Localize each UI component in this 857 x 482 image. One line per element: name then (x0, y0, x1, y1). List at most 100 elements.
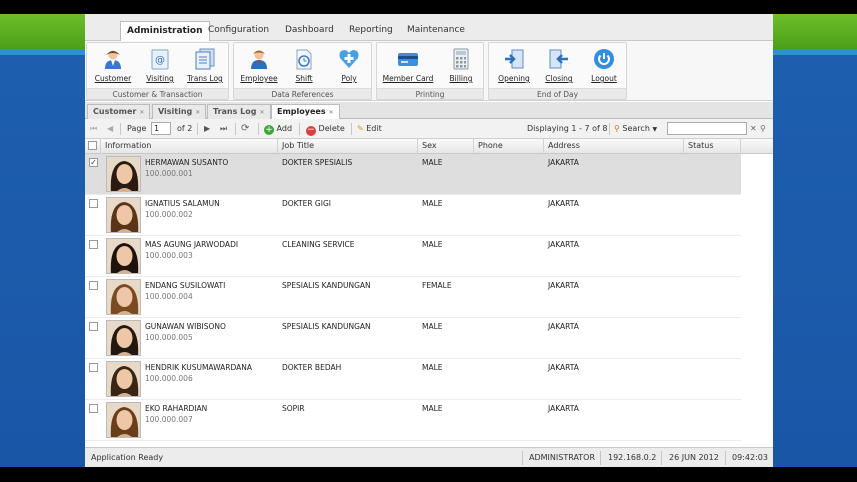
row-checkbox[interactable] (89, 281, 98, 290)
delete-button[interactable]: − Delete (306, 122, 345, 136)
close-icon[interactable]: ✕ (139, 109, 144, 116)
add-icon: + (264, 125, 274, 135)
tab-visiting[interactable]: Visiting ✕ (152, 104, 207, 119)
billing-button[interactable]: Billing (438, 46, 484, 88)
column-status[interactable]: Status (684, 139, 741, 154)
menu-tab-maintenance[interactable]: Maintenance (401, 21, 471, 41)
row-checkbox[interactable]: ✓ (89, 158, 98, 167)
poly-button[interactable]: Poly (326, 46, 372, 88)
employee-id: 100.000.001 (145, 169, 193, 178)
menu-tab-configuration[interactable]: Configuration (202, 21, 275, 41)
table-row[interactable]: ENDANG SUSILOWATI 100.000.004 SPESIALIS KA… (85, 277, 741, 318)
add-button-label: Add (276, 124, 293, 133)
table-row[interactable]: HENDRIK KUSUMAWARDANA 100.000.006 DOKTER B… (85, 359, 741, 400)
job-title-cell: SPESIALIS KANDUNGAN (282, 322, 371, 331)
menu-tab-administration[interactable]: Administration (120, 21, 210, 41)
column-job-title[interactable]: Job Title (278, 139, 418, 154)
clear-search-icon[interactable]: ✕ (750, 122, 757, 136)
group-printing: Member Card Billing Printing (376, 42, 484, 100)
select-all-checkbox[interactable] (88, 141, 97, 150)
closing-button[interactable]: Closing (536, 46, 582, 88)
visiting-button[interactable]: @ Visiting (137, 46, 183, 88)
first-page-icon[interactable]: ⏮ (90, 122, 97, 136)
toolbar-separator (120, 123, 121, 135)
add-button[interactable]: + Add (264, 122, 292, 136)
edit-button[interactable]: ✎ Edit (357, 122, 382, 136)
column-phone[interactable]: Phone (474, 139, 544, 154)
employee-photo (106, 402, 141, 438)
table-row[interactable]: IGNATIUS SALAMUN 100.000.002 DOKTER GIGI MA… (85, 195, 741, 236)
billing-icon (453, 48, 469, 70)
refresh-icon[interactable]: ⟳ (241, 122, 249, 136)
table-row[interactable]: MAS AGUNG JARWODADI 100.000.003 CLEANING S… (85, 236, 741, 277)
row-checkbox[interactable] (89, 322, 98, 331)
close-icon[interactable]: ✕ (195, 109, 200, 116)
trans-log-button[interactable]: Trans Log (182, 46, 228, 88)
sex-cell: MALE (422, 158, 443, 167)
group-customer-transaction: Customer @ Visiting Trans Log Customer &… (86, 42, 229, 100)
row-checkbox[interactable] (89, 199, 98, 208)
status-separator (725, 451, 726, 465)
employee-button[interactable]: Employee (236, 46, 282, 88)
main-menu: Administration Configuration Dashboard R… (85, 14, 773, 41)
row-checkbox[interactable] (89, 363, 98, 372)
tab-customer-label: Customer (93, 107, 137, 116)
member-card-button[interactable]: Member Card (381, 46, 435, 88)
grid-header: Information Job Title Sex Phone Address … (85, 139, 773, 154)
opening-button[interactable]: Opening (491, 46, 537, 88)
prev-page-icon[interactable]: ◀ (107, 122, 113, 136)
column-information[interactable]: Information (101, 139, 278, 154)
address-cell: JAKARTA (548, 404, 579, 413)
menu-tab-dashboard[interactable]: Dashboard (279, 21, 340, 41)
sex-cell: MALE (422, 240, 443, 249)
last-page-icon[interactable]: ⏭ (220, 122, 227, 136)
next-page-icon[interactable]: ▶ (204, 122, 210, 136)
document-tabs: Customer ✕ Visiting ✕ Trans Log ✕ Employees… (85, 102, 773, 119)
row-checkbox[interactable] (89, 240, 98, 249)
close-icon[interactable]: ✕ (329, 109, 334, 116)
column-address[interactable]: Address (544, 139, 684, 154)
status-separator (661, 451, 662, 465)
search-input[interactable] (667, 122, 747, 135)
tab-trans-log[interactable]: Trans Log ✕ (207, 104, 271, 119)
employee-photo (106, 279, 141, 315)
tab-employees[interactable]: Employees ✕ (271, 104, 340, 119)
table-row[interactable]: EKO RAHARDIAN 100.000.007 SOPIR MALE JAKARTA (85, 400, 741, 441)
search-menu-button[interactable]: ⚲ Search ▼ (614, 122, 657, 136)
billing-button-label: Billing (449, 74, 473, 83)
employee-id: 100.000.002 (145, 210, 193, 219)
visiting-button-label: Visiting (146, 74, 174, 83)
group-title-end-of-day: End of Day (489, 88, 626, 99)
shift-icon (296, 49, 312, 70)
sex-cell: MALE (422, 199, 443, 208)
member-card-button-label: Member Card (382, 74, 434, 83)
table-row[interactable]: GUNAWAN WIBISONO 100.000.005 SPESIALIS KAN… (85, 318, 741, 359)
tab-customer[interactable]: Customer ✕ (87, 104, 151, 119)
row-checkbox[interactable] (89, 404, 98, 413)
page-number-input[interactable]: 1 (151, 122, 171, 135)
column-sex[interactable]: Sex (418, 139, 474, 154)
sex-cell: MALE (422, 363, 443, 372)
edit-icon: ✎ (357, 124, 364, 133)
employee-name: MAS AGUNG JARWODADI (145, 240, 239, 249)
status-user: ADMINISTRATOR (529, 453, 596, 462)
trans-log-icon (195, 48, 215, 70)
shift-button[interactable]: Shift (281, 46, 327, 88)
search-go-icon[interactable]: ⚲ (760, 122, 766, 136)
toolbar-separator (258, 123, 259, 135)
close-icon[interactable]: ✕ (259, 109, 264, 116)
ribbon: Customer @ Visiting Trans Log Customer &… (85, 41, 773, 101)
employee-name: ENDANG SUSILOWATI (145, 281, 226, 290)
customer-button-label: Customer (94, 74, 132, 83)
menu-tab-reporting[interactable]: Reporting (343, 21, 399, 41)
customer-button[interactable]: Customer (90, 46, 136, 88)
shift-button-label: Shift (295, 74, 313, 83)
chevron-down-icon: ▼ (652, 126, 658, 133)
delete-icon: − (306, 125, 316, 136)
employee-button-label: Employee (240, 74, 278, 83)
employee-id: 100.000.004 (145, 292, 193, 301)
poly-icon (339, 50, 359, 68)
logout-button[interactable]: Logout (581, 46, 627, 88)
table-row[interactable]: ✓ HERMAWAN SUSANTO 100.000.001 DOKTER SPESI… (85, 154, 741, 195)
address-cell: JAKARTA (548, 199, 579, 208)
